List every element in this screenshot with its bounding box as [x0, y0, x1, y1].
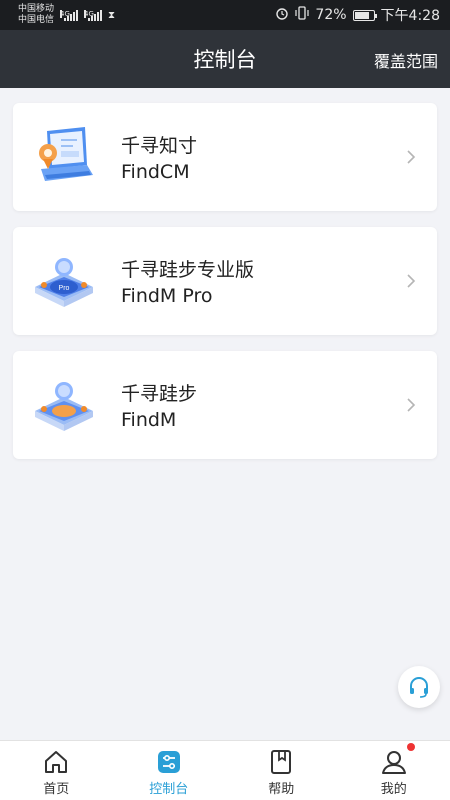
tab-label: 控制台 — [149, 782, 189, 797]
product-title: 千寻跬步专业版 — [121, 259, 255, 281]
tab-label: 我的 — [380, 782, 407, 797]
customer-service-button[interactable] — [398, 666, 440, 708]
home-icon — [45, 751, 68, 773]
tab-home[interactable]: 首页 — [0, 741, 113, 800]
tab-help[interactable]: 帮助 — [225, 741, 338, 800]
page-title: 控制台 — [193, 48, 257, 72]
location-platform-icon — [31, 371, 97, 437]
alarm-icon — [275, 6, 289, 24]
product-title: 千寻跬步 — [121, 383, 198, 405]
console-icon — [157, 751, 180, 773]
carrier-1: 中国移动 — [18, 4, 55, 14]
clock-time: 下午4:28 — [380, 8, 440, 24]
laptop-icon — [31, 123, 97, 189]
carriers: 中国移动 中国电信 — [18, 4, 54, 26]
signal-2-icon: 4G — [84, 9, 103, 21]
profile-icon — [381, 751, 406, 774]
product-title: 千寻知寸 — [121, 135, 198, 157]
chevron-right-icon — [407, 274, 416, 288]
product-card-findcm[interactable]: 千寻知寸 FindCM — [13, 103, 437, 211]
product-subtitle: FindM Pro — [121, 285, 213, 307]
battery-percent: 72% — [315, 7, 347, 23]
carrier-2: 中国电信 — [18, 15, 55, 25]
pro-badge-text: Pro — [59, 285, 70, 292]
status-left: 中国移动 中国电信 4G 4G ⧗ — [18, 4, 115, 26]
location-platform-pro-icon: Pro — [31, 247, 97, 313]
status-bar: 中国移动 中国电信 4G 4G ⧗ 72% 下午4:28 — [0, 0, 450, 30]
vibrate-icon — [295, 6, 310, 24]
coverage-button[interactable]: 覆盖范围 — [374, 48, 438, 72]
battery-icon — [352, 9, 377, 21]
app-header: 控制台 覆盖范围 — [0, 30, 450, 88]
status-right: 72% 下午4:28 — [275, 5, 440, 25]
tab-label: 帮助 — [268, 782, 295, 797]
hourglass-icon: ⧗ — [108, 9, 116, 21]
tab-label: 首页 — [43, 782, 70, 797]
product-subtitle: FindCM — [121, 161, 190, 183]
chevron-right-icon — [407, 398, 416, 412]
product-card-findm[interactable]: 千寻跬步 FindM — [13, 351, 437, 459]
signal-1-icon: 4G — [60, 9, 79, 21]
headset-icon — [410, 677, 428, 698]
product-subtitle: FindM — [121, 409, 177, 431]
chevron-right-icon — [407, 150, 416, 164]
tab-profile[interactable]: 我的 — [338, 741, 450, 800]
notification-badge — [407, 743, 416, 751]
product-card-findm-pro[interactable]: Pro 千寻跬步专业版 FindM Pro — [13, 227, 437, 335]
help-book-icon — [271, 750, 292, 774]
bottom-tab-bar: 首页 控制台 帮助 我的 — [0, 740, 450, 800]
tab-console[interactable]: 控制台 — [113, 741, 226, 800]
